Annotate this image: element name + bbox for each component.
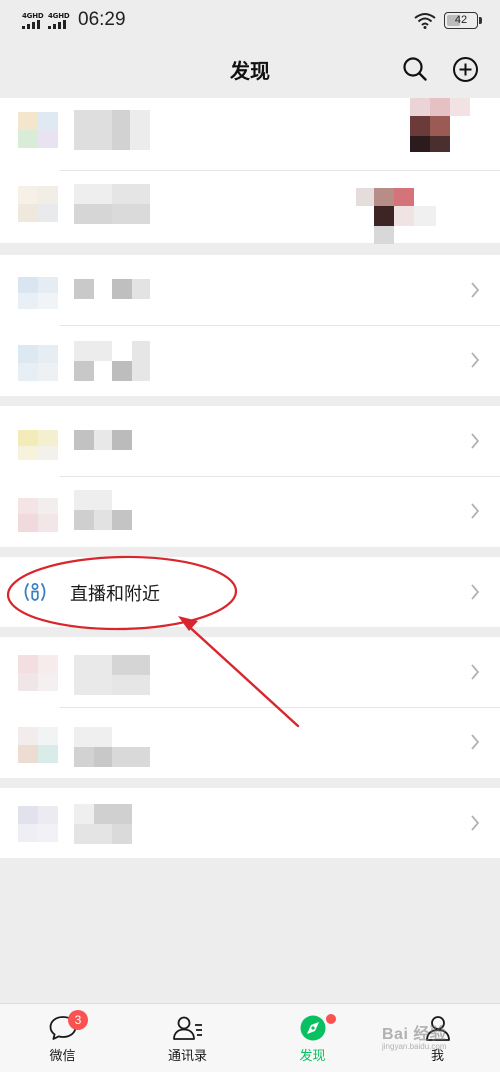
blurred-icon — [18, 430, 58, 460]
blurred-icon — [18, 112, 58, 148]
list-item[interactable] — [0, 406, 500, 476]
chevron-right-icon — [471, 734, 480, 750]
blurred-icon — [18, 345, 58, 381]
tab-discover[interactable]: 发现 — [250, 1004, 375, 1072]
blurred-label — [74, 341, 150, 381]
watermark-text: Bai 经验 — [382, 1026, 447, 1043]
blurred-label — [74, 804, 150, 844]
search-button[interactable] — [401, 55, 429, 83]
unread-badge: 3 — [68, 1010, 88, 1030]
chevron-right-icon — [471, 815, 480, 831]
blurred-icon — [18, 186, 58, 222]
chevron-right-icon — [471, 282, 480, 298]
chevron-right-icon — [471, 503, 480, 519]
signal-bars-icon — [48, 19, 66, 29]
list-item[interactable] — [0, 707, 500, 777]
new-content-dot — [326, 1014, 336, 1024]
status-time: 06:29 — [78, 9, 126, 30]
blurred-label — [74, 655, 150, 695]
list-item[interactable] — [0, 637, 500, 707]
blurred-icon — [18, 277, 58, 309]
section-scan-shake — [0, 255, 500, 396]
chevron-right-icon — [471, 433, 480, 449]
list-item[interactable] — [0, 255, 500, 325]
list-item[interactable] — [0, 476, 500, 546]
battery-indicator: 42 — [444, 11, 482, 29]
live-nearby-icon — [24, 583, 46, 601]
blurred-icon — [18, 727, 58, 763]
compass-icon — [300, 1015, 325, 1041]
blurred-label — [74, 110, 150, 150]
list-item[interactable] — [0, 98, 500, 170]
section-moments — [0, 98, 500, 246]
watermark: Bai 经验 jingyan.baidu.com — [382, 1020, 446, 1051]
blurred-label — [74, 490, 150, 530]
blurred-icon — [18, 498, 58, 532]
section-top-stories — [0, 406, 500, 547]
blurred-label — [74, 727, 150, 767]
chevron-right-icon — [471, 352, 480, 368]
tab-label: 通讯录 — [167, 1049, 207, 1064]
tab-label: 发现 — [299, 1049, 326, 1064]
blurred-icon — [18, 655, 58, 691]
signal-1: 4GHD — [22, 12, 44, 29]
add-button[interactable] — [451, 55, 479, 83]
page-header: 发现 — [0, 40, 500, 98]
list-item[interactable] — [0, 788, 500, 858]
contacts-icon — [172, 1016, 202, 1040]
tab-label: 微信 — [49, 1049, 76, 1064]
chevron-right-icon — [471, 584, 480, 600]
signal-2: 4GHD — [48, 12, 70, 29]
blurred-icon — [18, 806, 58, 842]
page-title: 发现 — [230, 58, 270, 83]
status-bar: 4GHD 4GHD 06:29 42 — [0, 0, 500, 40]
signal-indicators: 4GHD 4GHD — [22, 12, 70, 29]
network-type-label: 4GHD — [22, 11, 44, 20]
blurred-label — [74, 430, 150, 450]
chevron-right-icon — [471, 664, 480, 680]
section-mini-programs — [0, 788, 500, 858]
plus-circle-icon — [452, 56, 478, 82]
search-icon — [403, 57, 427, 81]
section-shopping-games — [0, 637, 500, 778]
live-nearby-label: 直播和附近 — [70, 584, 160, 605]
blurred-avatar — [356, 188, 436, 246]
wifi-icon — [414, 12, 436, 29]
tab-contacts[interactable]: 通讯录 — [125, 1004, 250, 1072]
watermark-subtext: jingyan.baidu.com — [382, 1042, 447, 1051]
blurred-label — [74, 184, 150, 224]
network-type-label: 4GHD — [48, 11, 70, 20]
list-item[interactable] — [0, 325, 500, 395]
section-live-nearby: 直播和附近 — [0, 557, 500, 627]
blurred-avatar — [410, 98, 470, 156]
list-item[interactable] — [0, 170, 500, 246]
blurred-label — [74, 279, 150, 299]
tab-chats[interactable]: 3 微信 — [0, 1004, 125, 1072]
signal-bars-icon — [22, 19, 40, 29]
battery-level: 42 — [454, 14, 468, 26]
live-nearby-item[interactable]: 直播和附近 — [0, 557, 500, 627]
